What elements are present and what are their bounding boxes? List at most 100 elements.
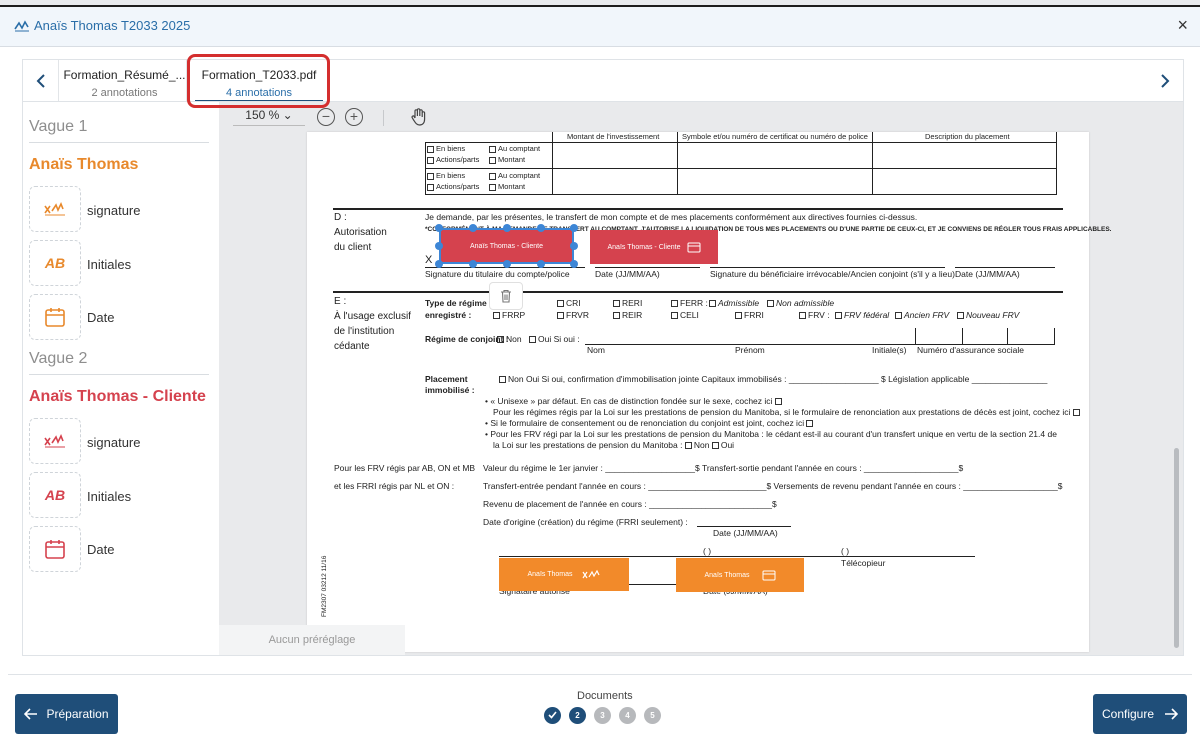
checkbox-conjoint-oui[interactable]: Oui Si oui :	[529, 334, 580, 344]
calendar-icon	[45, 308, 65, 327]
preparation-button[interactable]: Préparation	[15, 694, 118, 734]
date-line	[595, 267, 700, 268]
checkbox-montant[interactable]: Montant	[489, 155, 525, 164]
checkbox-nouveau-frv[interactable]: Nouveau FRV	[957, 310, 1019, 320]
immobilise-label: immobilisé :	[425, 385, 475, 395]
signer-2-date-tool[interactable]	[29, 526, 81, 572]
checkbox-reri[interactable]: RERI	[613, 298, 642, 308]
resize-handle[interactable]	[435, 260, 443, 268]
checkbox-frvr[interactable]: FRVR	[557, 310, 589, 320]
signature-label-holder: Signature du titulaire du compte/police	[425, 269, 570, 279]
arrow-left-icon	[24, 708, 38, 720]
resize-handle[interactable]	[469, 260, 477, 268]
signer-1-date-tool[interactable]	[29, 294, 81, 340]
checkbox-en-biens[interactable]: En biens	[427, 171, 465, 180]
bullet-manitoba-death: Pour les régimes régis par la Loi sur le…	[493, 407, 1082, 417]
checkbox-conjoint-non[interactable]: Non	[497, 334, 522, 344]
resize-handle[interactable]	[570, 242, 578, 250]
annotation-date-client[interactable]: Anaïs Thomas - Cliente	[590, 230, 718, 264]
signer-2-initials-label: Initiales	[87, 489, 132, 504]
chevron-left-icon	[36, 74, 45, 88]
checkbox-frv[interactable]: FRV :	[799, 310, 830, 320]
nom-label: Nom	[587, 345, 605, 355]
annotation-date-anais[interactable]: Anaïs Thomas	[676, 558, 804, 592]
checkbox-actions[interactable]: Actions/parts	[427, 155, 479, 164]
step-5[interactable]: 5	[644, 707, 661, 724]
table-line	[425, 142, 426, 194]
frv-left-label-2: et les FRRI régis par NL et ON :	[334, 481, 455, 491]
minus-icon: −	[321, 108, 331, 124]
calendar-icon	[45, 540, 65, 559]
signature-line	[710, 267, 945, 268]
tab-prev-button[interactable]	[23, 60, 59, 102]
chevron-down-icon: ⌄	[282, 108, 293, 122]
table-line	[552, 132, 553, 194]
field-divider	[1054, 328, 1055, 344]
checkbox-cri[interactable]: CRI	[557, 298, 581, 308]
step-2-current[interactable]: 2	[569, 707, 586, 724]
signer-2-initials-tool[interactable]: AB	[29, 472, 81, 518]
checkbox-frrp[interactable]: FRRP	[493, 310, 525, 320]
resize-handle[interactable]	[503, 224, 511, 232]
table-header-amount: Montant de l'investissement	[567, 132, 660, 141]
signer-2-signature-tool[interactable]	[29, 418, 81, 464]
checkbox-frv-federal[interactable]: FRV fédéral	[835, 310, 889, 320]
checkbox-au-comptant[interactable]: Au comptant	[489, 144, 540, 153]
immobilise-options[interactable]: Non Oui Si oui, confirmation d'immobilis…	[499, 374, 1047, 384]
initiales-label: Initiale(s)	[872, 345, 907, 355]
zoom-out-button[interactable]: −	[317, 108, 335, 126]
checkbox-admissible[interactable]: Admissible	[709, 298, 759, 308]
delete-annotation-button[interactable]	[489, 282, 523, 310]
bullet-unisexe: • « Unisexe » par défaut. En cas de dist…	[485, 396, 784, 406]
checkbox-reir[interactable]: REIR	[613, 310, 642, 320]
divider	[29, 142, 209, 143]
checkbox-non-admissible[interactable]: Non admissible	[767, 298, 834, 308]
zoom-in-button[interactable]: +	[345, 108, 363, 126]
table-header-symbol: Symbole et/ou numéro de certificat ou nu…	[682, 132, 868, 141]
resize-handle[interactable]	[537, 224, 545, 232]
section-d-text: Je demande, par les présentes, le transf…	[425, 212, 918, 222]
resize-handle[interactable]	[503, 260, 511, 268]
section-e-title: E :	[334, 296, 347, 307]
checkbox-au-comptant[interactable]: Au comptant	[489, 171, 540, 180]
modal: Anaïs Thomas T2033 2025 × Formation_Résu…	[0, 5, 1200, 750]
configure-button[interactable]: Configure	[1093, 694, 1187, 734]
annotation-signature-anais[interactable]: Anaïs Thomas	[499, 558, 629, 591]
section-e-sub2: de l'institution	[334, 326, 395, 337]
signer-1-date-label: Date	[87, 310, 115, 325]
resize-handle[interactable]	[469, 224, 477, 232]
resize-handle[interactable]	[435, 242, 443, 250]
checkbox-en-biens[interactable]: En biens	[427, 144, 465, 153]
resize-handle[interactable]	[435, 224, 443, 232]
checkbox-celi[interactable]: CELI	[671, 310, 699, 320]
signer-1-initials-tool[interactable]: AB	[29, 240, 81, 286]
step-3[interactable]: 3	[594, 707, 611, 724]
divider	[29, 374, 209, 375]
step-1-complete[interactable]	[544, 707, 561, 724]
checkbox-ferr[interactable]: FERR :	[671, 298, 708, 308]
signer-1-signature-tool[interactable]	[29, 186, 81, 232]
resize-handle[interactable]	[570, 224, 578, 232]
check-icon	[548, 711, 557, 719]
step-4[interactable]: 4	[619, 707, 636, 724]
tab-formation-resume[interactable]: Formation_Résumé_... 2 annotations	[63, 60, 187, 102]
pan-hand-icon[interactable]	[409, 107, 429, 127]
tab-next-button[interactable]	[1147, 60, 1183, 102]
chevron-right-icon	[1161, 74, 1170, 88]
resize-handle[interactable]	[537, 260, 545, 268]
wave-2-title: Vague 2	[29, 350, 88, 367]
checkbox-actions[interactable]: Actions/parts	[427, 182, 479, 191]
zoom-select[interactable]: 150 % ⌄	[233, 108, 305, 126]
tab-annotation-count: 2 annotations	[91, 87, 158, 99]
checkbox-frri[interactable]: FRRI	[735, 310, 764, 320]
bullet-frv-manitoba: • Pour les FRV régi par la Loi sur les p…	[485, 429, 1057, 439]
type-regime-label: Type de régime	[425, 298, 487, 308]
close-icon[interactable]: ×	[1177, 15, 1188, 36]
signature-icon	[44, 434, 65, 448]
viewer-scrollbar[interactable]	[1174, 448, 1179, 648]
signature-icon	[14, 20, 29, 32]
checkbox-ancien-frv[interactable]: Ancien FRV	[895, 310, 949, 320]
checkbox-montant[interactable]: Montant	[489, 182, 525, 191]
section-divider	[333, 291, 1063, 293]
resize-handle[interactable]	[570, 260, 578, 268]
